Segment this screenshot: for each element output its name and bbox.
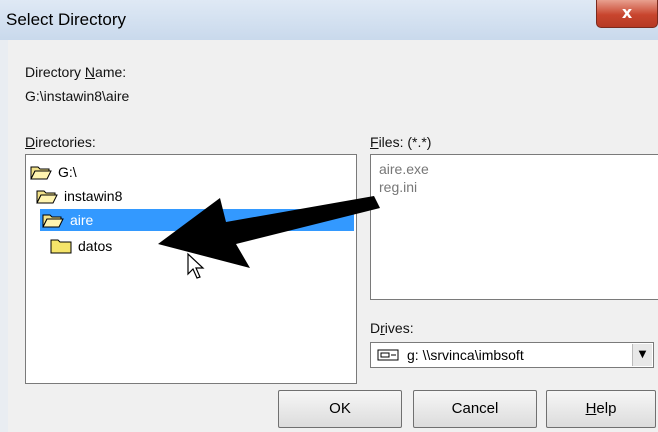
cancel-button[interactable]: Cancel [413, 390, 537, 428]
tree-item-label: aire [70, 212, 94, 228]
tree-item-aire[interactable]: aire [40, 209, 354, 231]
open-folder-icon [36, 190, 58, 204]
tree-item-label: instawin8 [64, 188, 123, 204]
dialog-body: Directory Name: G:\instawin8\aire Direct… [8, 40, 658, 432]
tree-item-datos[interactable]: datos [50, 235, 112, 257]
tree-item-instawin8[interactable]: instawin8 [36, 185, 122, 207]
file-item[interactable]: aire.exe [379, 161, 429, 177]
directories-label: Directories: [25, 134, 96, 150]
file-item[interactable]: reg.ini [379, 179, 417, 195]
close-button[interactable]: x [596, 0, 658, 28]
open-folder-icon [30, 166, 52, 180]
directory-name-value: G:\instawin8\aire [25, 88, 130, 104]
drives-label: Drives: [370, 320, 414, 336]
close-icon: x [621, 3, 633, 22]
directory-name-label: Directory Name: [25, 64, 127, 80]
tree-item-root[interactable]: G:\ [30, 161, 77, 183]
drives-selected-value: g: \\srvinca\imbsoft [407, 347, 524, 363]
chevron-down-icon[interactable]: ▼ [632, 344, 652, 366]
files-list[interactable]: aire.exe reg.ini [370, 154, 658, 300]
tree-item-label: datos [78, 238, 113, 254]
tree-item-label: G:\ [58, 164, 77, 180]
drives-select[interactable]: g: \\srvinca\imbsoft ▼ [370, 342, 654, 368]
window-title: Select Directory [6, 10, 126, 29]
files-label: Files: (*.*) [370, 134, 432, 150]
closed-folder-icon [50, 239, 72, 254]
network-drive-icon [377, 349, 399, 361]
ok-button[interactable]: OK [278, 390, 402, 428]
mouse-cursor-icon [187, 252, 205, 279]
open-folder-icon [42, 214, 64, 228]
title-bar: Select Directory x [0, 0, 658, 40]
help-button[interactable]: Help [546, 390, 656, 428]
